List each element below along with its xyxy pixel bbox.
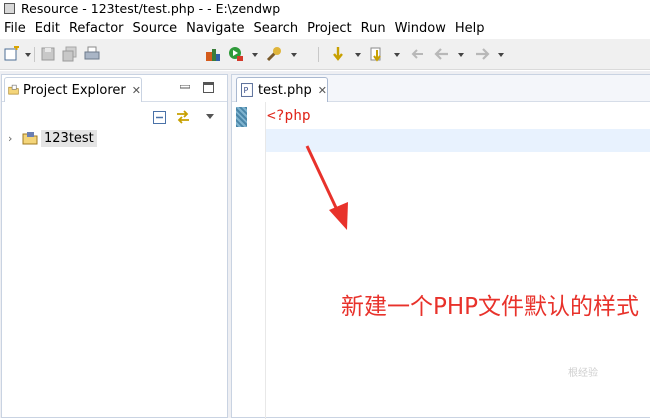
save-icon[interactable] — [40, 46, 56, 62]
watermark: 根经验 — [568, 368, 598, 379]
title-bar: Resource - 123test/test.php - - E:\zendw… — [0, 0, 650, 17]
window-title: Resource - 123test/test.php - - E:\zendw… — [21, 1, 281, 16]
back-icon[interactable] — [434, 46, 450, 62]
view-menu-icon[interactable] — [206, 114, 214, 119]
folder-icon — [8, 84, 19, 95]
menu-navigate[interactable]: Navigate — [182, 21, 249, 36]
menu-project[interactable]: Project — [303, 21, 356, 36]
editor-gutter — [232, 102, 266, 419]
menu-bar: File Edit Refactor Source Navigate Searc… — [0, 17, 650, 39]
tab-project-explorer[interactable]: Project Explorer ✕ — [4, 77, 142, 102]
run-icon[interactable] — [228, 46, 244, 62]
print-icon[interactable] — [84, 46, 100, 62]
editor-tab-label: test.php — [257, 82, 312, 98]
last-edit-icon[interactable] — [410, 46, 426, 62]
previous-annotation-dropdown-icon[interactable] — [394, 53, 400, 57]
external-tools-icon[interactable] — [266, 46, 282, 62]
minimize-icon[interactable] — [180, 85, 190, 91]
app-icon — [4, 3, 15, 14]
external-tools-dropdown-icon[interactable] — [291, 53, 297, 57]
link-with-editor-icon[interactable] — [175, 109, 191, 125]
new-dropdown-icon[interactable] — [25, 53, 31, 57]
project-name: 123test — [41, 129, 97, 147]
toolbar — [0, 39, 650, 70]
menu-source[interactable]: Source — [128, 21, 182, 36]
php-file-icon: P — [241, 83, 253, 97]
menu-help[interactable]: Help — [450, 21, 489, 36]
editor-tab-row: P test.php ✕ — [232, 75, 650, 102]
previous-annotation-icon[interactable] — [369, 46, 385, 62]
menu-refactor[interactable]: Refactor — [64, 21, 128, 36]
save-all-icon[interactable] — [62, 46, 78, 62]
chevron-right-icon[interactable]: › — [8, 132, 22, 145]
menu-window[interactable]: Window — [390, 21, 450, 36]
code-text[interactable]: <?php — [267, 108, 311, 124]
forward-dropdown-icon[interactable] — [498, 53, 504, 57]
project-explorer-view: Project Explorer ✕ › 123test — [1, 74, 228, 418]
workspace: Project Explorer ✕ › 123test P test.php … — [0, 71, 650, 419]
close-icon[interactable]: ✕ — [318, 84, 327, 97]
explorer-tab-label: Project Explorer — [23, 82, 126, 98]
menu-run[interactable]: Run — [356, 21, 390, 36]
new-icon[interactable] — [4, 46, 20, 62]
menu-edit[interactable]: Edit — [30, 21, 64, 36]
collapse-all-icon[interactable] — [153, 111, 166, 124]
annotation-arrow-icon — [305, 145, 348, 230]
close-icon[interactable]: ✕ — [132, 84, 141, 97]
toolbar-separator — [318, 47, 319, 62]
explorer-tab-row: Project Explorer ✕ — [2, 75, 227, 102]
forward-icon[interactable] — [474, 46, 490, 62]
svg-text:P: P — [243, 86, 248, 95]
next-annotation-dropdown-icon[interactable] — [355, 53, 361, 57]
build-icon[interactable] — [205, 46, 221, 62]
run-dropdown-icon[interactable] — [252, 53, 258, 57]
tree-item-project[interactable]: › 123test — [8, 129, 97, 147]
back-dropdown-icon[interactable] — [458, 53, 464, 57]
next-annotation-icon[interactable] — [330, 46, 346, 62]
maximize-icon[interactable] — [203, 82, 214, 93]
annotation-caption: 新建一个PHP文件默认的样式 — [341, 294, 640, 320]
php-project-icon — [22, 132, 38, 145]
tab-test-php[interactable]: P test.php ✕ — [236, 77, 328, 102]
menu-search[interactable]: Search — [249, 21, 303, 36]
toolbar-separator — [34, 47, 35, 62]
menu-file[interactable]: File — [0, 21, 30, 36]
change-marker — [236, 107, 247, 127]
